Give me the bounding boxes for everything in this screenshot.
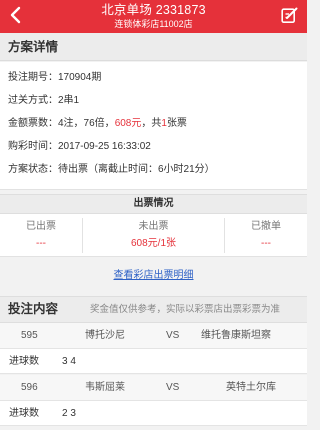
away-team: 英特土尔库 bbox=[226, 382, 276, 393]
amount-value: 608元 bbox=[114, 118, 142, 129]
home-team: 韦斯屈莱 bbox=[85, 382, 125, 393]
pass-mode: 过关方式：2串1 bbox=[8, 95, 80, 106]
away-team: 维托鲁康斯坦察 bbox=[201, 330, 271, 341]
plan-details-bar: 方案详情 bbox=[0, 33, 307, 61]
ticketing-summary: 已出票 --- 未出票 608元/1张 已撤单 --- bbox=[0, 214, 307, 257]
amount-prefix: 金额票数：4注，76倍， bbox=[8, 118, 115, 129]
purchase-time: 购彩时间：2017-09-25 16:33:02 bbox=[8, 141, 151, 152]
store-name: 连锁体彩店11002店 bbox=[114, 19, 193, 29]
edit-icon[interactable] bbox=[281, 7, 298, 24]
match-row: 595 博托沙尼 VS 维托鲁康斯坦察 bbox=[0, 323, 307, 349]
ticketing-heading: 出票情况 bbox=[0, 194, 307, 214]
issue-number: 投注期号：170904期 bbox=[8, 72, 102, 83]
pending-cell: 未出票 608元/1张 bbox=[83, 214, 224, 257]
cancelled-cell: 已撤单 --- bbox=[225, 214, 307, 257]
plan-status: 方案状态：待出票（离截止时间：6小时21分） bbox=[8, 164, 215, 175]
goals-value: 2 3 bbox=[62, 408, 76, 419]
cancelled-value: --- bbox=[261, 238, 271, 249]
bets-heading: 投注内容 bbox=[8, 302, 59, 316]
plan-details-heading: 方案详情 bbox=[8, 40, 59, 54]
match-number: 595 bbox=[21, 330, 38, 341]
goals-label: 进球数 bbox=[9, 408, 39, 419]
plan-details: 投注期号：170904期 过关方式：2串1 金额票数：4注，76倍，608元，共… bbox=[0, 62, 307, 190]
vs-label: VS bbox=[166, 330, 180, 341]
bets-bar: 投注内容 奖金值仅供参考，实际以彩票店出票彩票为准 bbox=[0, 296, 307, 323]
app-header: 北京单场 2331873 连锁体彩店11002店 bbox=[0, 0, 307, 33]
goals-row: 进球数 3 4 bbox=[0, 349, 307, 374]
amount-suffix: 张票 bbox=[166, 118, 187, 129]
goals-value: 3 4 bbox=[62, 356, 76, 367]
issued-label: 已出票 bbox=[26, 221, 56, 232]
goals-row: 进球数 2 3 bbox=[0, 401, 307, 426]
issued-cell: 已出票 --- bbox=[0, 214, 82, 257]
home-team: 博托沙尼 bbox=[85, 330, 125, 341]
goals-label: 进球数 bbox=[9, 356, 39, 367]
match-number: 596 bbox=[21, 382, 38, 393]
vs-label: VS bbox=[166, 382, 180, 393]
pending-value: 608元/1张 bbox=[130, 238, 177, 249]
issued-value: --- bbox=[36, 238, 46, 249]
amount-mid: ，共 bbox=[141, 118, 162, 129]
cancelled-label: 已撤单 bbox=[251, 221, 281, 232]
view-ticket-details-link[interactable]: 查看彩店出票明细 bbox=[0, 270, 307, 282]
amount-row: 金额票数：4注，76倍，608元，共1张票 bbox=[8, 118, 187, 130]
bets-note: 奖金值仅供参考，实际以彩票店出票彩票为准 bbox=[90, 304, 281, 315]
pending-label: 未出票 bbox=[138, 221, 169, 232]
match-row: 596 韦斯屈莱 VS 英特土尔库 bbox=[0, 375, 307, 401]
details-link-area: 查看彩店出票明细 bbox=[0, 258, 307, 288]
page-title: 北京单场 2331873 bbox=[101, 3, 206, 17]
